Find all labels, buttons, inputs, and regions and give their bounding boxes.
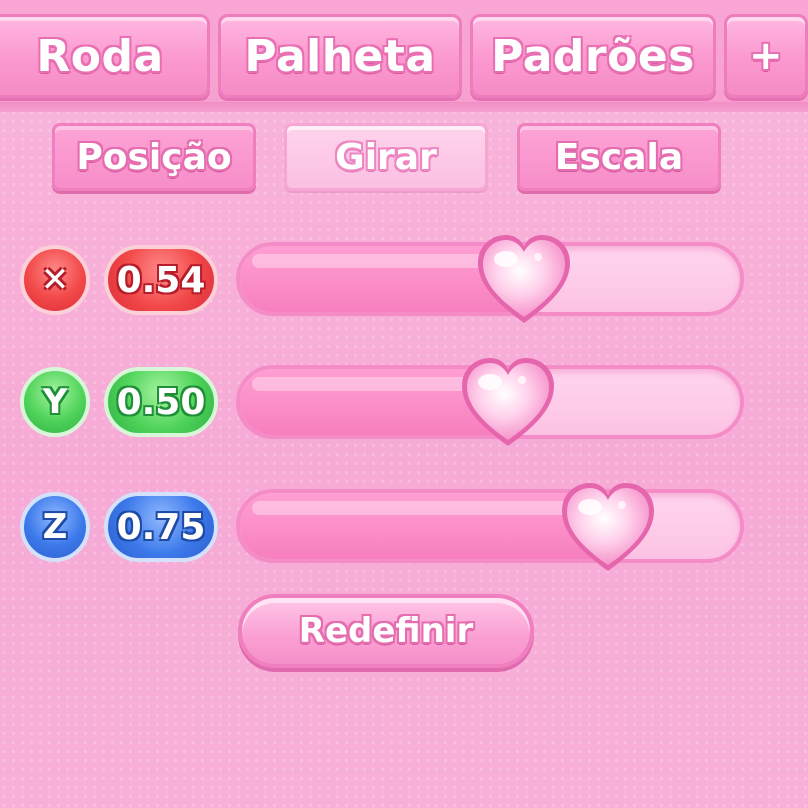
tab-patterns[interactable]: Padrões — [470, 14, 716, 98]
z-axis-icon: Z — [20, 492, 90, 562]
x-slider-heart-icon[interactable] — [472, 229, 576, 329]
tab-palette-label: Palheta — [244, 30, 436, 82]
tab-palette[interactable]: Palheta — [218, 14, 462, 98]
top-tab-bar: Roda Palheta Padrões + — [0, 0, 808, 112]
subtab-position[interactable]: Posição — [52, 123, 256, 191]
z-slider-track[interactable] — [236, 489, 744, 563]
x-axis-icon: ✕ — [20, 245, 90, 315]
subtab-rotate[interactable]: Girar — [284, 123, 488, 191]
z-axis-glyph: Z — [42, 507, 68, 547]
y-axis-glyph: Y — [42, 382, 68, 422]
z-value-text: 0.75 — [116, 506, 206, 548]
tab-wheel[interactable]: Roda — [0, 14, 210, 98]
tab-wheel-label: Roda — [36, 30, 164, 82]
subtab-scale[interactable]: Escala — [517, 123, 721, 191]
reset-button-label: Redefinir — [298, 611, 474, 651]
z-slider-heart-icon[interactable] — [556, 477, 660, 577]
x-value-field[interactable]: 0.54 — [104, 245, 218, 315]
tab-patterns-label: Padrões — [491, 30, 695, 82]
subtab-scale-label: Escala — [554, 136, 684, 178]
z-value-field[interactable]: 0.75 — [104, 492, 218, 562]
tab-add[interactable]: + — [724, 14, 808, 98]
plus-icon: + — [748, 33, 783, 79]
x-axis-glyph: ✕ — [40, 260, 70, 300]
reset-button[interactable]: Redefinir — [238, 594, 534, 668]
subtab-position-label: Posição — [76, 136, 232, 178]
y-slider-heart-icon[interactable] — [456, 352, 560, 452]
y-axis-icon: Y — [20, 367, 90, 437]
subtab-rotate-label: Girar — [335, 136, 437, 178]
y-value-text: 0.50 — [116, 381, 206, 423]
y-value-field[interactable]: 0.50 — [104, 367, 218, 437]
x-value-text: 0.54 — [116, 259, 206, 301]
